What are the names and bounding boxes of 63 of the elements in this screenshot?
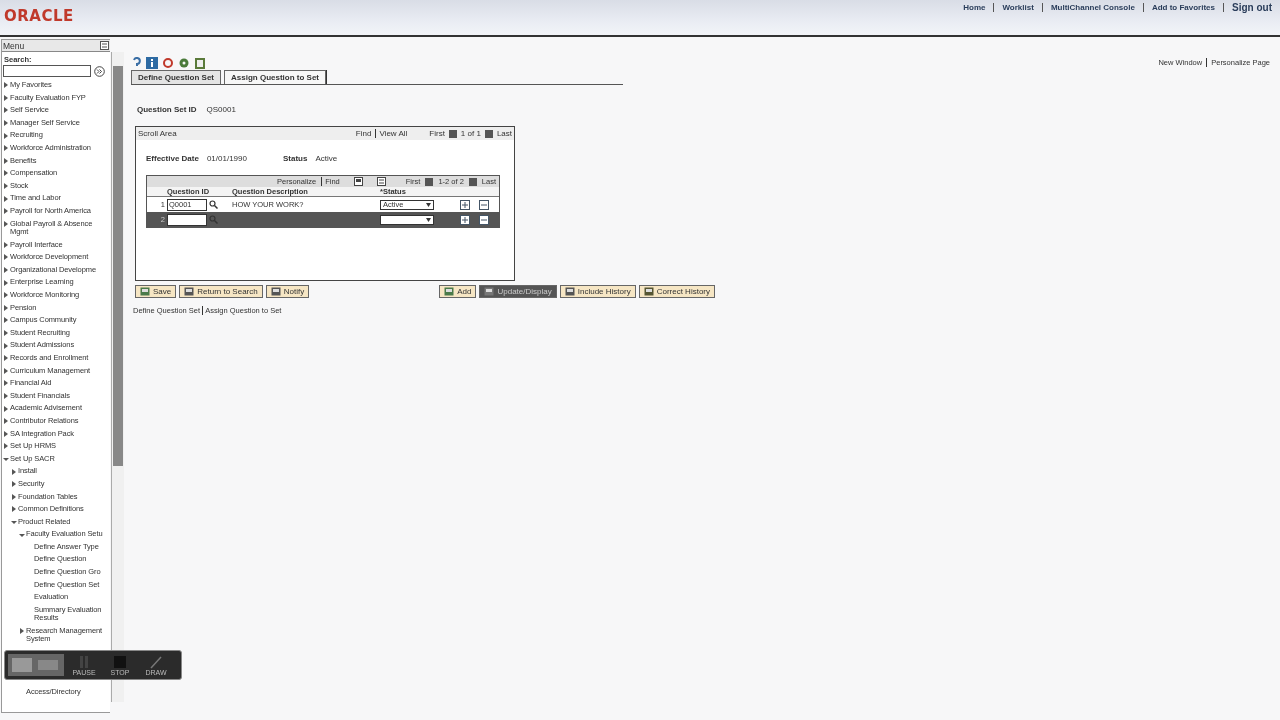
action-button[interactable]: Notify [265, 285, 310, 298]
last-link[interactable]: Last [496, 129, 512, 138]
dropdown-arrow-icon[interactable] [426, 217, 431, 222]
field-value: 01/01/1990 [206, 154, 247, 163]
search-icon[interactable] [209, 200, 218, 209]
button-icon [270, 287, 281, 296]
settings-icon[interactable] [178, 57, 190, 69]
question-id-field[interactable] [167, 213, 207, 226]
button-icon [564, 287, 575, 296]
refresh-icon[interactable] [162, 57, 174, 69]
status-dropdown[interactable] [380, 214, 434, 225]
download-icon[interactable] [376, 177, 386, 186]
field-label: Effective Date [146, 154, 199, 163]
field-label: Status [282, 154, 308, 163]
header-link[interactable]: Home [955, 3, 995, 12]
view-all-link[interactable]: View All [375, 129, 408, 138]
page-count: 1 of 1 [460, 129, 481, 138]
view-icon[interactable] [353, 177, 363, 186]
panel-title: Scroll Area [138, 129, 177, 138]
pause-icon [77, 654, 91, 669]
first-link[interactable]: First [429, 129, 445, 138]
search-field[interactable] [3, 65, 91, 77]
collapsed-arrow-icon[interactable] [18, 627, 26, 636]
previous-icon[interactable] [425, 177, 434, 186]
header-link[interactable]: Worklist [994, 3, 1043, 12]
header-link[interactable]: Add to Favorites [1143, 3, 1224, 12]
oracle-logo: ORACLE [4, 7, 74, 25]
header-link[interactable]: MultiChannel Console [1042, 3, 1144, 12]
field-label: Question Set ID [137, 105, 197, 114]
webcam-preview-icon [8, 654, 64, 676]
menu-title: Menu [3, 40, 25, 51]
previous-icon[interactable] [448, 129, 457, 138]
dropdown-arrow-icon[interactable] [426, 202, 431, 207]
find-link[interactable]: Find [355, 129, 372, 138]
info-icon[interactable] [146, 57, 158, 69]
action-button[interactable]: Add [439, 285, 477, 298]
button-icon [643, 287, 654, 296]
page-tab[interactable]: Assign Question to Set [224, 70, 327, 84]
delete-row-icon[interactable] [479, 199, 489, 210]
action-button[interactable]: Correct History [638, 285, 715, 298]
field-value: QS0001 [206, 105, 236, 114]
button-icon [484, 287, 495, 296]
action-button[interactable]: Include History [559, 285, 636, 298]
delete-row-icon[interactable] [479, 214, 489, 225]
stop-icon [113, 654, 127, 669]
next-icon[interactable] [484, 129, 493, 138]
action-button[interactable]: Save [135, 285, 177, 298]
button-icon [444, 287, 455, 296]
sign-out-link[interactable]: Sign out [1224, 2, 1272, 13]
add-row-icon[interactable] [460, 214, 470, 225]
add-row-icon[interactable] [460, 199, 470, 210]
field-value: Active [315, 154, 338, 163]
next-icon[interactable] [468, 177, 477, 186]
page-tab[interactable]: Define Question Set [131, 70, 221, 84]
search-go-icon[interactable] [94, 65, 105, 77]
collapse-icon[interactable] [100, 41, 109, 50]
pen-icon [149, 654, 163, 669]
help-icon[interactable] [130, 57, 142, 69]
button-icon [184, 287, 195, 296]
button-icon [140, 287, 150, 296]
action-button[interactable]: Return to Search [179, 285, 263, 298]
clipboard-icon[interactable] [194, 57, 206, 69]
action-button[interactable]: Update/Display [479, 285, 557, 298]
